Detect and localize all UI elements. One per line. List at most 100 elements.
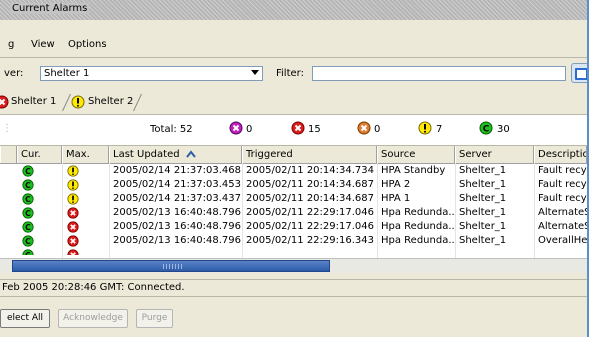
cell-source: HPA Standby	[381, 165, 446, 176]
critical-status-icon	[67, 249, 79, 255]
cleared-count: 30	[497, 124, 510, 135]
select-all-button[interactable]: elect All	[0, 309, 50, 328]
sort-ascending-icon	[185, 150, 196, 158]
table-row[interactable]: C 2005/02/14 21:37:03.437 2005/02/11 20:14…	[0, 192, 587, 206]
cell-source: Hpa Redunda...	[381, 221, 455, 232]
menu-bar: g View Options	[0, 35, 587, 53]
purge-button[interactable]: Purge	[136, 309, 173, 328]
major-alarm-icon	[229, 121, 243, 135]
svg-text:C: C	[25, 195, 31, 204]
filter-label: Filter:	[276, 68, 304, 79]
current-alarms-window: Current Alarms g View Options ver: Shelt…	[0, 0, 589, 337]
cleared-alarm-icon: C	[479, 121, 493, 135]
cell-triggered: 2005/02/11 20:14:34.687	[246, 179, 374, 190]
column-header-description[interactable]: Description	[534, 146, 587, 163]
menu-separator	[0, 57, 587, 58]
cell-last-updated: 2005/02/14 21:37:03.453	[113, 179, 241, 190]
cell-last-updated: 2005/02/13 16:40:48.796	[113, 207, 241, 218]
critical-alarm-icon	[291, 121, 305, 135]
cell-last-updated: 2005/02/13 16:40:48.796	[113, 235, 241, 246]
menu-item-file[interactable]: g	[8, 39, 14, 50]
tab-label: Shelter 2	[88, 96, 134, 107]
column-header-blank[interactable]	[0, 146, 17, 163]
alarm-summary: ⋮ Total: 52 0 15 0 7 C 30	[0, 114, 587, 146]
total-count: Total: 52	[150, 124, 193, 135]
acknowledge-button[interactable]: Acknowledge	[58, 309, 128, 328]
svg-text:C: C	[25, 237, 31, 246]
cell-description: OverallHeal	[538, 235, 587, 246]
tab-shelter-2[interactable]: Shelter 2	[71, 94, 137, 110]
status-text: Feb 2005 20:28:46 GMT: Connected.	[2, 282, 185, 293]
column-header-label: Last Updated	[113, 149, 180, 160]
horizontal-scrollbar[interactable]	[0, 258, 587, 273]
cell-description: AlternateSe	[538, 207, 587, 218]
svg-text:C: C	[25, 181, 31, 190]
tab-label: Shelter 1	[11, 96, 57, 107]
title-bar[interactable]: Current Alarms	[0, 0, 587, 20]
filter-input[interactable]	[312, 66, 566, 81]
cell-source: HPA 1	[381, 193, 411, 204]
cell-last-updated: 2005/02/13 16:40:48.796	[113, 221, 241, 232]
svg-text:C: C	[25, 209, 31, 218]
column-header-max[interactable]: Max.	[62, 146, 109, 163]
status-bar: Feb 2005 20:28:46 GMT: Connected.	[0, 279, 587, 297]
cell-server: Shelter_1	[459, 235, 507, 246]
table-row[interactable]: C 2005/02/13 16:40:48.796 2005/02/11 22:29…	[0, 206, 587, 220]
table-row[interactable]: C 2005/02/14 21:37:03.453 2005/02/11 20:14…	[0, 178, 587, 192]
table-row[interactable]: C 2005/02/13 16:40:48.796 2005/02/11 22:29…	[0, 234, 587, 248]
warning-alarm-icon	[418, 121, 432, 135]
table-header: Cur. Max. Last Updated Triggered Source …	[0, 146, 587, 164]
svg-text:C: C	[483, 124, 490, 134]
cell-source: HPA 2	[381, 179, 411, 190]
cell-triggered: 2005/02/11 22:29:17.046	[246, 207, 374, 218]
minor-count: 0	[374, 124, 381, 135]
cell-triggered: 2005/02/11 20:14:34.734	[246, 165, 374, 176]
cell-server: Shelter_1	[459, 221, 507, 232]
column-header-last-updated[interactable]: Last Updated	[109, 146, 242, 163]
chevron-down-icon	[251, 70, 259, 75]
critical-icon	[0, 95, 9, 109]
cleared-status-icon: C	[22, 249, 34, 255]
cell-source: Hpa Redunda...	[381, 207, 455, 218]
cell-last-updated: 2005/02/14 21:37:03.468	[113, 165, 241, 176]
cell-description: Fault recycl	[538, 193, 587, 204]
server-label: ver:	[4, 68, 24, 79]
critical-count: 15	[308, 124, 321, 135]
column-header-server[interactable]: Server	[455, 146, 534, 163]
cell-triggered: 2005/02/11 22:29:17.046	[246, 221, 374, 232]
svg-text:C: C	[25, 167, 31, 176]
table-row[interactable]: C	[0, 248, 587, 255]
table-row[interactable]: C 2005/02/14 21:37:03.468 2005/02/11 20:14…	[0, 164, 587, 178]
major-count: 0	[246, 124, 253, 135]
menu-item-view[interactable]: View	[31, 39, 55, 50]
tab-shelter-1[interactable]: Shelter 1	[0, 94, 66, 110]
column-header-triggered[interactable]: Triggered	[242, 146, 377, 163]
apply-filter-button[interactable]	[571, 63, 587, 83]
server-select-value: Shelter 1	[44, 68, 90, 79]
scrollbar-thumb[interactable]	[12, 260, 330, 272]
drag-handle-icon[interactable]: ⋮	[2, 123, 12, 134]
shelter-tabs: Shelter 1 Shelter 2	[0, 94, 587, 112]
window-title: Current Alarms	[10, 3, 90, 14]
server-select[interactable]: Shelter 1	[40, 66, 263, 81]
menu-item-options[interactable]: Options	[68, 39, 107, 50]
column-header-cur[interactable]: Cur.	[17, 146, 62, 163]
minor-alarm-icon	[357, 121, 371, 135]
warning-icon	[71, 95, 85, 109]
cell-triggered: 2005/02/11 20:14:34.687	[246, 193, 374, 204]
cell-description: AlternateSe	[538, 221, 587, 232]
cell-server: Shelter_1	[459, 165, 507, 176]
cell-triggered: 2005/02/11 22:29:16.343	[246, 235, 374, 246]
column-header-source[interactable]: Source	[377, 146, 455, 163]
warning-count: 7	[436, 124, 443, 135]
cell-description: Fault recycl	[538, 179, 587, 190]
cell-server: Shelter_1	[459, 207, 507, 218]
grip-icon	[163, 264, 183, 269]
cell-last-updated: 2005/02/14 21:37:03.437	[113, 193, 241, 204]
table-row[interactable]: C 2005/02/13 16:40:48.796 2005/02/11 22:29…	[0, 220, 587, 234]
svg-text:C: C	[25, 251, 31, 255]
window-icon	[575, 68, 587, 80]
cell-server: Shelter_1	[459, 193, 507, 204]
cell-server: Shelter_1	[459, 179, 507, 190]
svg-text:C: C	[25, 223, 31, 232]
